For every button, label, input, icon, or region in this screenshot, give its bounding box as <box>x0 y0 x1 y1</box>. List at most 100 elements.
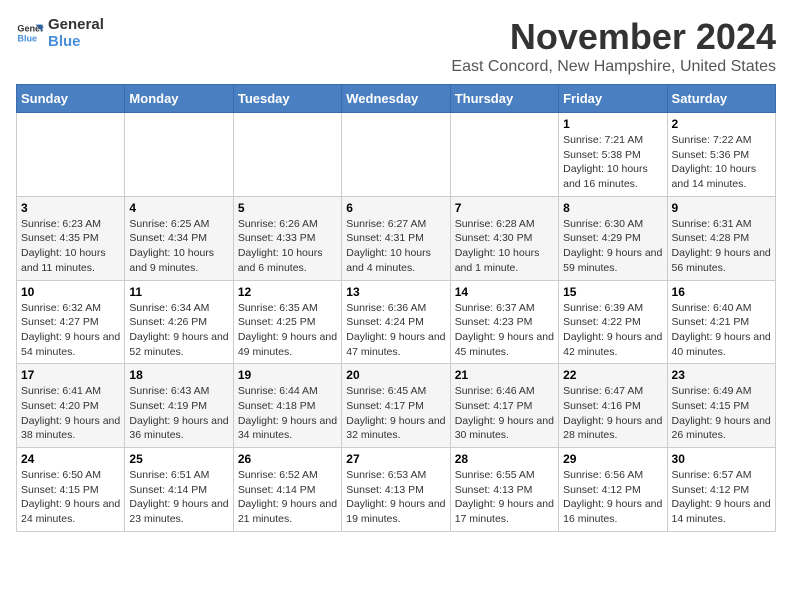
day-cell: 24 Sunrise: 6:50 AM Sunset: 4:15 PM Dayli… <box>17 448 125 532</box>
day-number: 13 <box>346 285 445 299</box>
day-cell: 8 Sunrise: 6:30 AM Sunset: 4:29 PM Daylig… <box>559 196 667 280</box>
day-info: Sunrise: 6:32 AM Sunset: 4:27 PM Dayligh… <box>21 301 120 360</box>
day-cell: 6 Sunrise: 6:27 AM Sunset: 4:31 PM Daylig… <box>342 196 450 280</box>
weekday-header-row: SundayMondayTuesdayWednesdayThursdayFrid… <box>17 85 776 113</box>
day-info: Sunrise: 6:35 AM Sunset: 4:25 PM Dayligh… <box>238 301 337 360</box>
day-info: Sunrise: 6:36 AM Sunset: 4:24 PM Dayligh… <box>346 301 445 360</box>
weekday-header-friday: Friday <box>559 85 667 113</box>
day-number: 5 <box>238 201 337 215</box>
day-info: Sunrise: 6:52 AM Sunset: 4:14 PM Dayligh… <box>238 468 337 527</box>
day-number: 26 <box>238 452 337 466</box>
weekday-header-sunday: Sunday <box>17 85 125 113</box>
day-info: Sunrise: 6:31 AM Sunset: 4:28 PM Dayligh… <box>672 217 771 276</box>
day-cell: 15 Sunrise: 6:39 AM Sunset: 4:22 PM Dayli… <box>559 280 667 364</box>
week-row-4: 17Sunrise: 6:41 AM Sunset: 4:20 PM Dayli… <box>17 364 776 448</box>
day-cell: 1 Sunrise: 7:21 AM Sunset: 5:38 PM Daylig… <box>559 113 667 197</box>
day-cell: 2 Sunrise: 7:22 AM Sunset: 5:36 PM Daylig… <box>667 113 775 197</box>
logo-icon: General Blue <box>16 19 44 47</box>
day-cell: 9 Sunrise: 6:31 AM Sunset: 4:28 PM Daylig… <box>667 196 775 280</box>
day-cell: 25 Sunrise: 6:51 AM Sunset: 4:14 PM Dayli… <box>125 448 233 532</box>
day-info: Sunrise: 6:28 AM Sunset: 4:30 PM Dayligh… <box>455 217 554 276</box>
day-cell: 22 Sunrise: 6:47 AM Sunset: 4:16 PM Dayli… <box>559 364 667 448</box>
day-info: Sunrise: 6:51 AM Sunset: 4:14 PM Dayligh… <box>129 468 228 527</box>
day-number: 10 <box>21 285 120 299</box>
day-info: Sunrise: 7:21 AM Sunset: 5:38 PM Dayligh… <box>563 133 662 192</box>
day-cell: 23Sunrise: 6:49 AM Sunset: 4:15 PM Dayli… <box>667 364 775 448</box>
day-number: 2 <box>672 117 771 131</box>
day-info: Sunrise: 6:39 AM Sunset: 4:22 PM Dayligh… <box>563 301 662 360</box>
logo-general: General <box>48 16 104 33</box>
day-cell: 5 Sunrise: 6:26 AM Sunset: 4:33 PM Daylig… <box>233 196 341 280</box>
day-number: 4 <box>129 201 228 215</box>
week-row-3: 10 Sunrise: 6:32 AM Sunset: 4:27 PM Dayli… <box>17 280 776 364</box>
day-number: 17 <box>21 368 120 382</box>
day-number: 23 <box>672 368 771 382</box>
day-info: Sunrise: 6:50 AM Sunset: 4:15 PM Dayligh… <box>21 468 120 527</box>
day-cell: 10 Sunrise: 6:32 AM Sunset: 4:27 PM Dayli… <box>17 280 125 364</box>
day-cell: 27Sunrise: 6:53 AM Sunset: 4:13 PM Dayli… <box>342 448 450 532</box>
week-row-2: 3Sunrise: 6:23 AM Sunset: 4:35 PM Daylig… <box>17 196 776 280</box>
day-cell: 30Sunrise: 6:57 AM Sunset: 4:12 PM Dayli… <box>667 448 775 532</box>
day-info: Sunrise: 6:53 AM Sunset: 4:13 PM Dayligh… <box>346 468 445 527</box>
day-number: 1 <box>563 117 662 131</box>
day-number: 12 <box>238 285 337 299</box>
day-cell: 29Sunrise: 6:56 AM Sunset: 4:12 PM Dayli… <box>559 448 667 532</box>
calendar-table: SundayMondayTuesdayWednesdayThursdayFrid… <box>16 84 776 532</box>
day-cell <box>342 113 450 197</box>
day-info: Sunrise: 6:27 AM Sunset: 4:31 PM Dayligh… <box>346 217 445 276</box>
day-cell: 3Sunrise: 6:23 AM Sunset: 4:35 PM Daylig… <box>17 196 125 280</box>
day-number: 6 <box>346 201 445 215</box>
week-row-5: 24 Sunrise: 6:50 AM Sunset: 4:15 PM Dayli… <box>17 448 776 532</box>
day-number: 14 <box>455 285 554 299</box>
page-header: General Blue General Blue November 2024 … <box>16 16 776 76</box>
day-cell: 4 Sunrise: 6:25 AM Sunset: 4:34 PM Daylig… <box>125 196 233 280</box>
weekday-header-wednesday: Wednesday <box>342 85 450 113</box>
day-cell: 7 Sunrise: 6:28 AM Sunset: 4:30 PM Daylig… <box>450 196 558 280</box>
day-cell: 26 Sunrise: 6:52 AM Sunset: 4:14 PM Dayli… <box>233 448 341 532</box>
title-section: November 2024 East Concord, New Hampshir… <box>451 16 776 76</box>
day-number: 15 <box>563 285 662 299</box>
day-number: 8 <box>563 201 662 215</box>
day-cell <box>450 113 558 197</box>
day-cell: 17Sunrise: 6:41 AM Sunset: 4:20 PM Dayli… <box>17 364 125 448</box>
day-number: 7 <box>455 201 554 215</box>
day-number: 20 <box>346 368 445 382</box>
day-cell: 19 Sunrise: 6:44 AM Sunset: 4:18 PM Dayli… <box>233 364 341 448</box>
day-number: 22 <box>563 368 662 382</box>
day-info: Sunrise: 6:57 AM Sunset: 4:12 PM Dayligh… <box>672 468 771 527</box>
day-cell <box>233 113 341 197</box>
week-row-1: 1 Sunrise: 7:21 AM Sunset: 5:38 PM Daylig… <box>17 113 776 197</box>
day-number: 21 <box>455 368 554 382</box>
day-cell: 28 Sunrise: 6:55 AM Sunset: 4:13 PM Dayli… <box>450 448 558 532</box>
day-info: Sunrise: 6:44 AM Sunset: 4:18 PM Dayligh… <box>238 384 337 443</box>
day-cell: 14Sunrise: 6:37 AM Sunset: 4:23 PM Dayli… <box>450 280 558 364</box>
svg-text:Blue: Blue <box>17 33 37 43</box>
day-number: 16 <box>672 285 771 299</box>
day-info: Sunrise: 6:25 AM Sunset: 4:34 PM Dayligh… <box>129 217 228 276</box>
day-info: Sunrise: 6:47 AM Sunset: 4:16 PM Dayligh… <box>563 384 662 443</box>
day-info: Sunrise: 6:26 AM Sunset: 4:33 PM Dayligh… <box>238 217 337 276</box>
day-info: Sunrise: 6:43 AM Sunset: 4:19 PM Dayligh… <box>129 384 228 443</box>
weekday-header-tuesday: Tuesday <box>233 85 341 113</box>
day-info: Sunrise: 6:46 AM Sunset: 4:17 PM Dayligh… <box>455 384 554 443</box>
weekday-header-monday: Monday <box>125 85 233 113</box>
day-number: 28 <box>455 452 554 466</box>
day-cell: 13 Sunrise: 6:36 AM Sunset: 4:24 PM Dayli… <box>342 280 450 364</box>
day-number: 11 <box>129 285 228 299</box>
day-number: 25 <box>129 452 228 466</box>
day-cell <box>125 113 233 197</box>
day-number: 19 <box>238 368 337 382</box>
day-info: Sunrise: 6:30 AM Sunset: 4:29 PM Dayligh… <box>563 217 662 276</box>
day-number: 24 <box>21 452 120 466</box>
location: East Concord, New Hampshire, United Stat… <box>451 58 776 76</box>
day-cell <box>17 113 125 197</box>
day-info: Sunrise: 6:55 AM Sunset: 4:13 PM Dayligh… <box>455 468 554 527</box>
day-cell: 12 Sunrise: 6:35 AM Sunset: 4:25 PM Dayli… <box>233 280 341 364</box>
day-info: Sunrise: 6:23 AM Sunset: 4:35 PM Dayligh… <box>21 217 120 276</box>
day-number: 18 <box>129 368 228 382</box>
day-cell: 11Sunrise: 6:34 AM Sunset: 4:26 PM Dayli… <box>125 280 233 364</box>
day-cell: 16Sunrise: 6:40 AM Sunset: 4:21 PM Dayli… <box>667 280 775 364</box>
day-number: 29 <box>563 452 662 466</box>
day-number: 9 <box>672 201 771 215</box>
day-info: Sunrise: 7:22 AM Sunset: 5:36 PM Dayligh… <box>672 133 771 192</box>
